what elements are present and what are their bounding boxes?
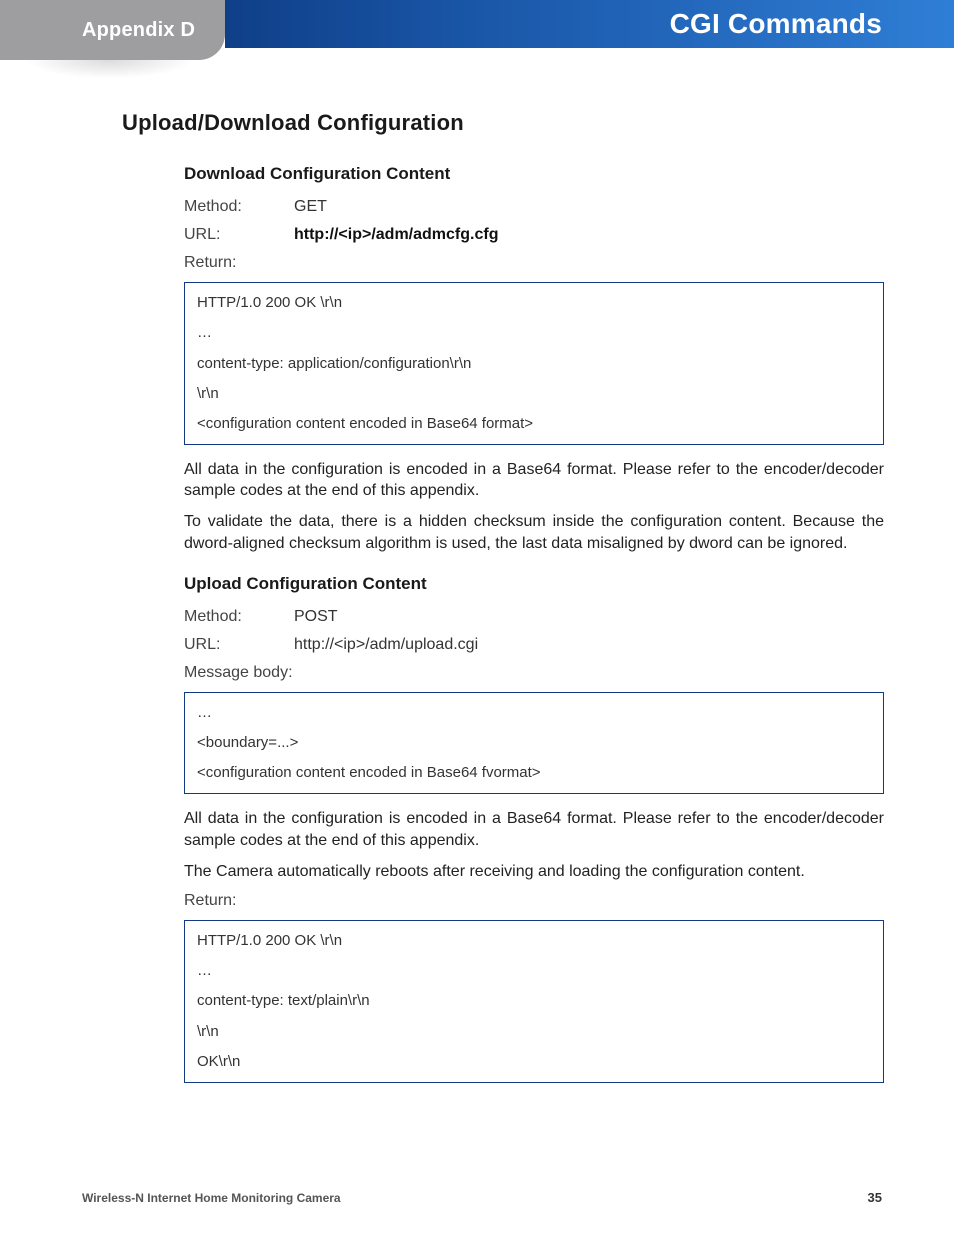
footer-page-number: 35	[868, 1190, 882, 1205]
upload-return-codebox: HTTP/1.0 200 OK \r\n … content-type: tex…	[184, 920, 884, 1083]
footer-product-name: Wireless-N Internet Home Monitoring Came…	[82, 1191, 341, 1205]
upload-url-row: URL: http://<ip>/adm/upload.cgi	[184, 636, 884, 654]
download-url-value: http://<ip>/adm/admcfg.cfg	[294, 226, 498, 244]
upload-return-label: Return:	[184, 892, 294, 910]
code-line: HTTP/1.0 200 OK \r\n	[197, 293, 871, 313]
header-appendix-label: Appendix D	[82, 19, 195, 42]
code-line: HTTP/1.0 200 OK \r\n	[197, 931, 871, 951]
page-footer: Wireless-N Internet Home Monitoring Came…	[0, 1190, 954, 1205]
section-heading: Upload/Download Configuration	[122, 110, 884, 136]
upload-return-row: Return:	[184, 892, 884, 910]
header-title: CGI Commands	[670, 8, 882, 40]
download-return-row: Return:	[184, 254, 884, 272]
code-line: <configuration content encoded in Base64…	[197, 763, 871, 783]
download-method-row: Method: GET	[184, 198, 884, 216]
download-return-label: Return:	[184, 254, 294, 272]
download-para-2: To validate the data, there is a hidden …	[184, 511, 884, 553]
upload-url-label: URL:	[184, 636, 294, 654]
code-line: <configuration content encoded in Base64…	[197, 414, 871, 434]
upload-method-row: Method: POST	[184, 608, 884, 626]
code-line: \r\n	[197, 384, 871, 404]
header-title-bar: CGI Commands	[225, 0, 954, 48]
download-heading: Download Configuration Content	[184, 164, 884, 184]
upload-heading: Upload Configuration Content	[184, 574, 884, 594]
download-return-codebox: HTTP/1.0 200 OK \r\n … content-type: app…	[184, 282, 884, 445]
code-line: content-type: application/configuration\…	[197, 354, 871, 374]
header-appendix-tab: Appendix D	[0, 0, 225, 60]
download-section: Download Configuration Content Method: G…	[122, 164, 884, 1083]
content-area: Upload/Download Configuration Download C…	[0, 60, 954, 1083]
upload-msgbody-row: Message body:	[184, 664, 884, 682]
upload-method-label: Method:	[184, 608, 294, 626]
upload-msgbody-label: Message body:	[184, 664, 293, 682]
upload-para-1: All data in the configuration is encoded…	[184, 808, 884, 850]
code-line: …	[197, 961, 871, 981]
code-line: OK\r\n	[197, 1052, 871, 1072]
download-method-label: Method:	[184, 198, 294, 216]
code-line: <boundary=...>	[197, 733, 871, 753]
code-line: \r\n	[197, 1022, 871, 1042]
download-url-label: URL:	[184, 226, 294, 244]
upload-url-value: http://<ip>/adm/upload.cgi	[294, 636, 478, 654]
code-line: …	[197, 323, 871, 343]
code-line: …	[197, 703, 871, 723]
download-para-1: All data in the configuration is encoded…	[184, 459, 884, 501]
page-header: CGI Commands Appendix D	[0, 0, 954, 60]
code-line: content-type: text/plain\r\n	[197, 991, 871, 1011]
upload-para-2: The Camera automatically reboots after r…	[184, 861, 884, 882]
upload-method-value: POST	[294, 608, 338, 626]
download-url-row: URL: http://<ip>/adm/admcfg.cfg	[184, 226, 884, 244]
upload-msgbody-codebox: … <boundary=...> <configuration content …	[184, 692, 884, 795]
download-method-value: GET	[294, 198, 327, 216]
